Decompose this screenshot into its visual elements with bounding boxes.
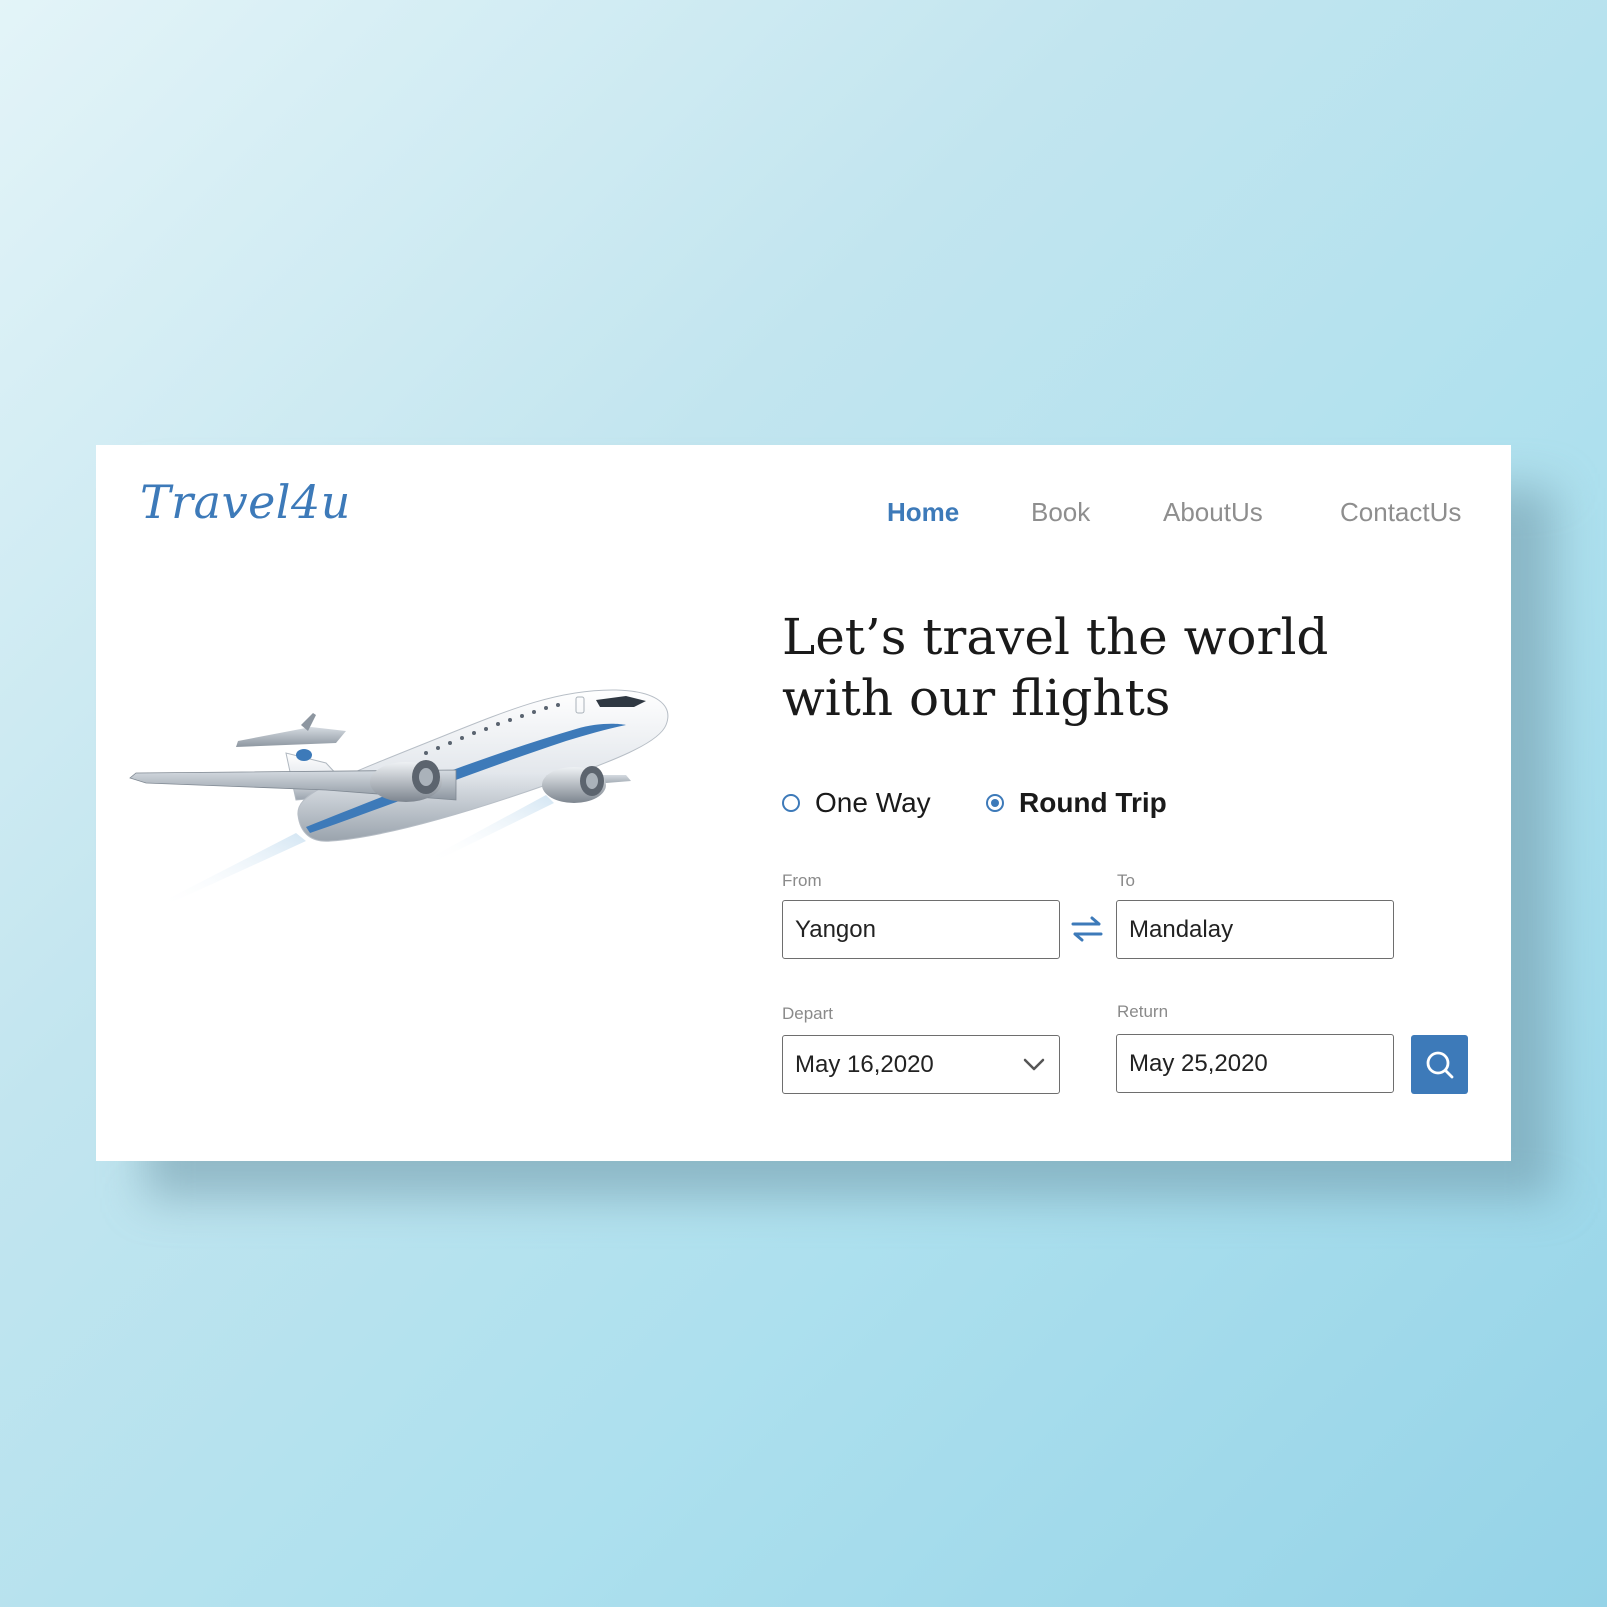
depart-value: May 16,2020	[795, 1050, 934, 1078]
radio-unchecked-icon[interactable]	[782, 794, 800, 812]
to-input[interactable]	[1117, 901, 1393, 958]
tail-logo	[296, 749, 312, 761]
radio-checked-icon[interactable]	[986, 794, 1004, 812]
swap-arrows-icon[interactable]	[1070, 914, 1104, 944]
search-icon	[1426, 1051, 1453, 1078]
radio-round-trip[interactable]: Round Trip	[986, 787, 1167, 819]
nav-contact-us[interactable]: ContactUs	[1340, 497, 1461, 528]
brand-logo[interactable]: Travel4u	[140, 475, 351, 529]
stabilizer-far	[236, 727, 346, 747]
nav-home[interactable]: Home	[887, 497, 959, 528]
depart-select[interactable]: May 16,2020	[782, 1035, 1060, 1094]
return-label: Return	[1117, 1002, 1169, 1021]
radio-one-way[interactable]: One Way	[782, 787, 931, 819]
contrail-left	[156, 833, 306, 907]
hero-headline: Let’s travel the world with our flights	[782, 607, 1328, 729]
nav-about-us[interactable]: AboutUs	[1163, 497, 1263, 528]
from-input[interactable]	[783, 901, 1059, 958]
return-field[interactable]	[1116, 1034, 1394, 1093]
booking-card: Travel4u Home Book AboutUs ContactUs Let…	[96, 445, 1511, 1161]
nav-book[interactable]: Book	[1031, 497, 1090, 528]
airplane-illustration	[129, 689, 669, 907]
chevron-down-icon[interactable]	[1023, 1058, 1045, 1072]
hero-headline-line2: with our flights	[782, 669, 1171, 727]
from-label: From	[782, 871, 822, 890]
depart-label: Depart	[782, 1004, 834, 1023]
to-label: To	[1117, 871, 1135, 890]
to-field[interactable]	[1116, 900, 1394, 959]
search-button[interactable]	[1411, 1035, 1468, 1094]
radio-round-trip-label: Round Trip	[1019, 787, 1167, 818]
from-field[interactable]	[782, 900, 1060, 959]
return-input[interactable]	[1117, 1035, 1393, 1092]
radio-one-way-label: One Way	[815, 787, 931, 818]
hero-headline-line1: Let’s travel the world	[782, 608, 1329, 666]
